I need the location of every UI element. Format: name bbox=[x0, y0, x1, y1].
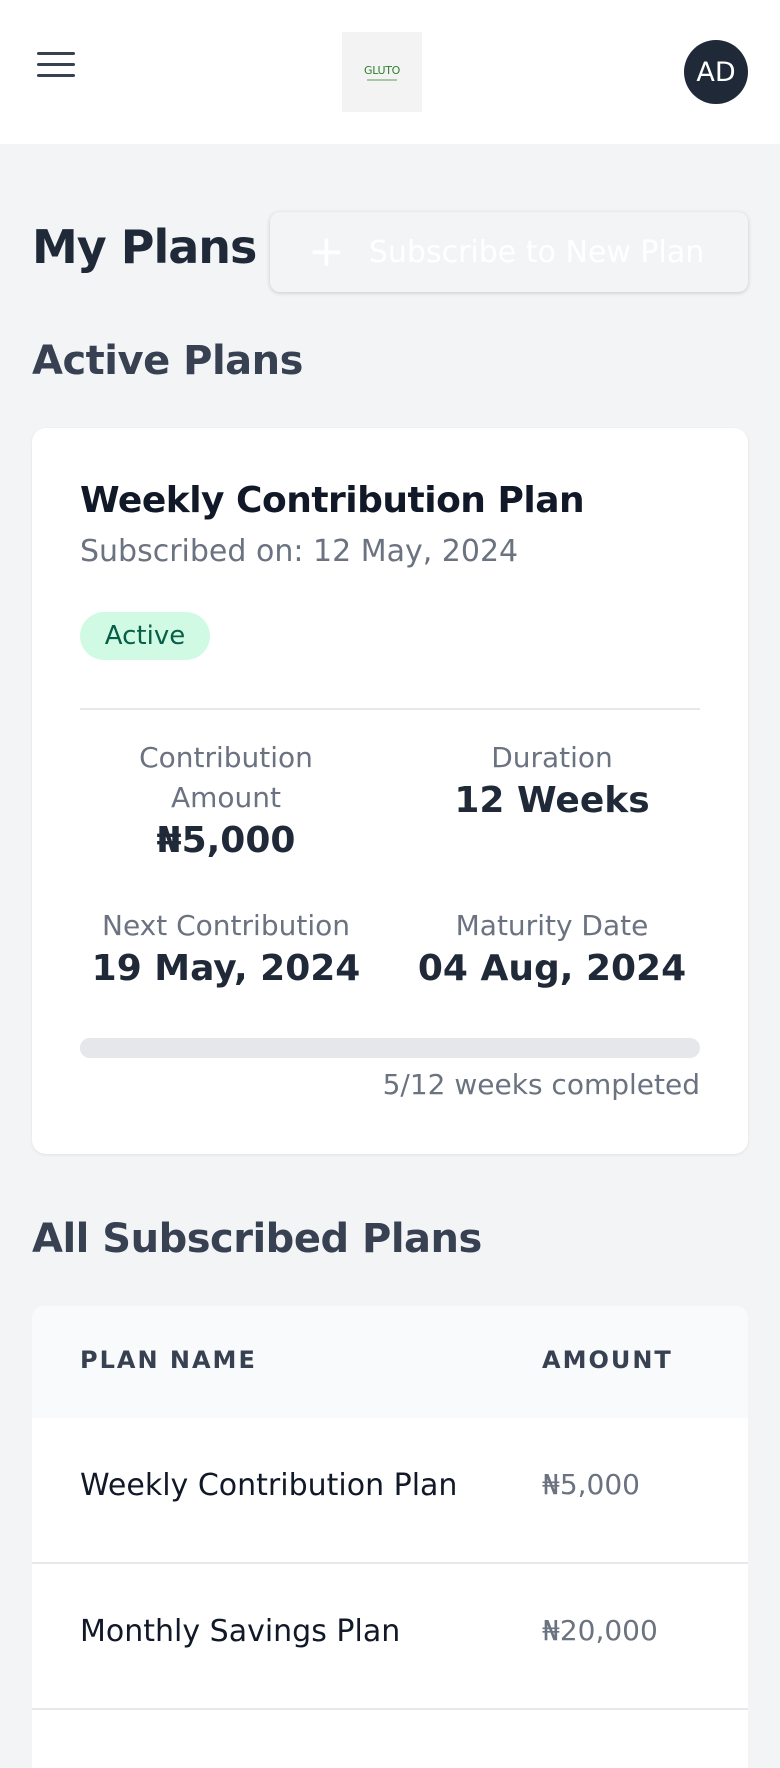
top-bar: GLUTO AD bbox=[0, 0, 780, 144]
table-header: PLAN NAME AMOUNT bbox=[32, 1306, 748, 1418]
next-contribution-value: 19 May, 2024 bbox=[91, 948, 361, 989]
subscribe-button-label: Subscribe to New Plan bbox=[368, 234, 705, 270]
plan-title: Weekly Contribution Plan bbox=[80, 480, 585, 521]
contribution-label-line2: Amount bbox=[170, 781, 282, 814]
table-row[interactable]: Weekly Contribution Plan ₦5,000 bbox=[32, 1418, 748, 1564]
maturity-date-value: 04 Aug, 2024 bbox=[417, 948, 687, 989]
progress-bar bbox=[80, 1038, 700, 1058]
row-amount: ₦20,000 bbox=[542, 1614, 658, 1647]
table-row[interactable] bbox=[32, 1710, 748, 1768]
avatar[interactable]: AD bbox=[684, 40, 748, 104]
row-plan-name: Weekly Contribution Plan bbox=[80, 1468, 458, 1503]
column-header-amount: AMOUNT bbox=[542, 1346, 673, 1374]
maturity-date-label: Maturity Date bbox=[455, 909, 649, 942]
contribution-label-line1: Contribution bbox=[139, 741, 313, 774]
duration-value: 12 Weeks bbox=[454, 780, 650, 821]
maturity-date-stat: Maturity Date 04 Aug, 2024 bbox=[402, 906, 702, 992]
row-plan-name: Monthly Savings Plan bbox=[80, 1614, 401, 1649]
contribution-value: ₦5,000 bbox=[156, 820, 296, 861]
duration-label: Duration bbox=[491, 741, 613, 774]
plus-icon: + bbox=[308, 226, 345, 277]
column-header-plan-name: PLAN NAME bbox=[80, 1346, 257, 1374]
duration-stat: Duration 12 Weeks bbox=[402, 738, 702, 824]
row-amount: ₦5,000 bbox=[542, 1468, 640, 1501]
table-row[interactable]: Monthly Savings Plan ₦20,000 bbox=[32, 1564, 748, 1710]
logo-tagline-mark bbox=[367, 78, 397, 81]
all-plans-heading: All Subscribed Plans bbox=[32, 1216, 482, 1262]
active-plans-heading: Active Plans bbox=[32, 338, 303, 384]
plans-table: PLAN NAME AMOUNT Weekly Contribution Pla… bbox=[32, 1306, 748, 1768]
plan-subscribed-date: Subscribed on: 12 May, 2024 bbox=[80, 534, 519, 569]
status-badge: Active bbox=[80, 612, 210, 660]
brand-logo[interactable]: GLUTO bbox=[342, 32, 422, 112]
next-contribution-stat: Next Contribution 19 May, 2024 bbox=[76, 906, 376, 992]
progress-text: 5/12 weeks completed bbox=[382, 1068, 700, 1101]
menu-icon[interactable] bbox=[37, 52, 75, 82]
subscribe-new-plan-button[interactable]: + Subscribe to New Plan bbox=[270, 212, 748, 292]
page-title: My Plans bbox=[32, 220, 257, 274]
contribution-amount-stat: Contribution Amount ₦5,000 bbox=[76, 738, 376, 864]
next-contribution-label: Next Contribution bbox=[102, 909, 350, 942]
logo-text: GLUTO bbox=[363, 63, 401, 77]
divider bbox=[80, 708, 700, 710]
active-plan-card: Weekly Contribution Plan Subscribed on: … bbox=[32, 428, 748, 1154]
progress-fill bbox=[80, 1038, 339, 1058]
